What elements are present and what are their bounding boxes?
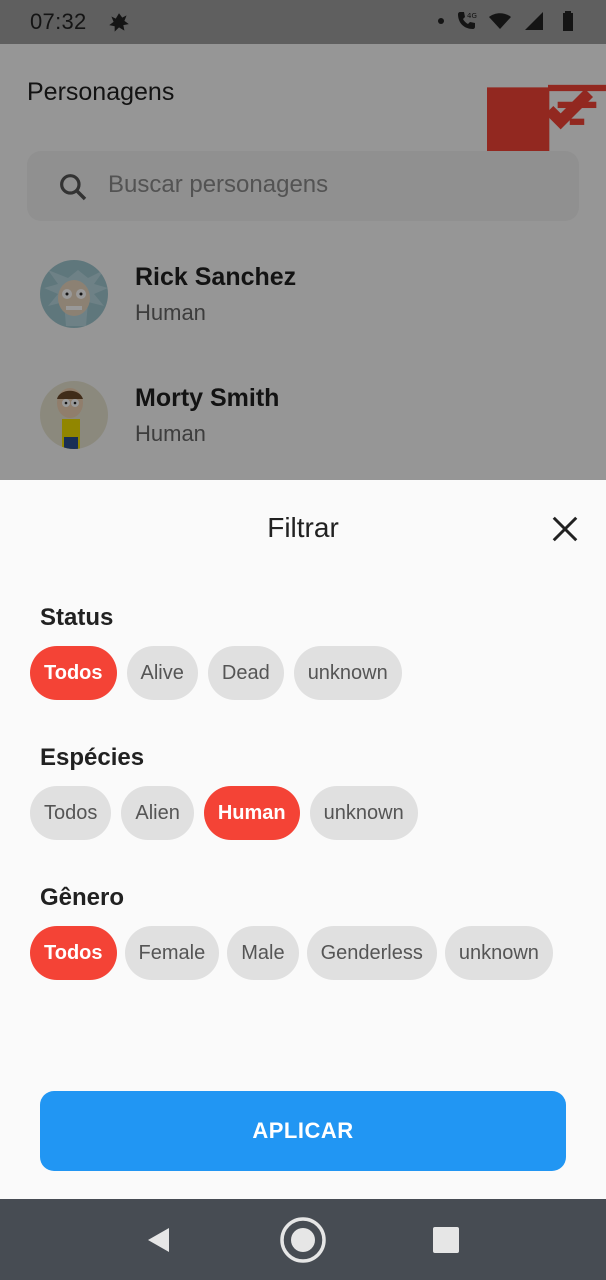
chip-status-alive[interactable]: Alive xyxy=(126,646,198,700)
chip-gender-unknown[interactable]: unknown xyxy=(444,926,553,980)
recents-icon[interactable] xyxy=(422,1216,470,1264)
status-section-label: Status xyxy=(40,604,114,631)
status-chips: Todos Alive Dead unknown xyxy=(30,646,402,700)
chip-species-unknown[interactable]: unknown xyxy=(309,786,418,840)
close-icon[interactable] xyxy=(550,514,580,544)
chip-status-todos[interactable]: Todos xyxy=(30,646,117,700)
chip-gender-female[interactable]: Female xyxy=(124,926,220,980)
chip-species-todos[interactable]: Todos xyxy=(30,786,112,840)
sheet-title: Filtrar xyxy=(267,512,339,543)
chip-status-unknown[interactable]: unknown xyxy=(293,646,402,700)
chip-species-alien[interactable]: Alien xyxy=(121,786,194,840)
back-icon[interactable] xyxy=(135,1216,183,1264)
species-section-label: Espécies xyxy=(40,744,145,771)
apply-button[interactable]: APLICAR xyxy=(40,1091,566,1171)
chip-status-dead[interactable]: Dead xyxy=(207,646,284,700)
home-icon[interactable] xyxy=(279,1216,327,1264)
chip-gender-todos[interactable]: Todos xyxy=(30,926,117,980)
system-nav-bar xyxy=(0,1199,606,1280)
chip-gender-male[interactable]: Male xyxy=(227,926,299,980)
chip-species-human[interactable]: Human xyxy=(203,786,300,840)
gender-section-label: Gênero xyxy=(40,884,125,911)
gender-chips: Todos Female Male Genderless unknown xyxy=(30,926,553,980)
species-chips: Todos Alien Human unknown xyxy=(30,786,418,840)
filter-bottom-sheet: Filtrar Status Todos Alive Dead unknown … xyxy=(0,480,606,1200)
chip-gender-genderless[interactable]: Genderless xyxy=(306,926,437,980)
